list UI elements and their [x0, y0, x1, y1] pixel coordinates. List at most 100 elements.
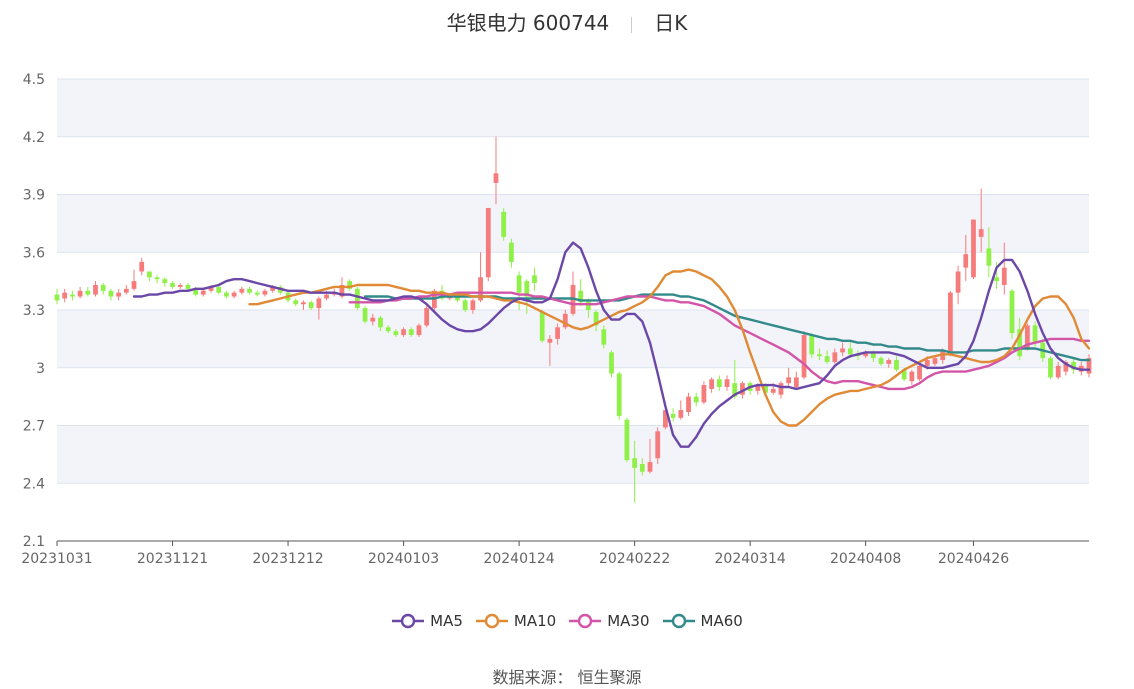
candle-body [647, 462, 653, 472]
legend-label: MA30 [607, 612, 650, 630]
candle-body [493, 173, 499, 183]
candle-body [716, 379, 722, 387]
candle-body [123, 288, 129, 293]
candle-body [416, 325, 422, 336]
y-tick-label: 3.3 [23, 303, 45, 319]
candle-body [817, 354, 822, 357]
candle-body [840, 348, 845, 353]
x-tick-label: 20240426 [938, 551, 1009, 567]
candle-body [108, 290, 114, 297]
candle-body [678, 410, 684, 418]
candle-body [693, 396, 699, 403]
legend-marker [392, 613, 425, 629]
candle-body [516, 275, 522, 293]
candle-body [971, 219, 976, 278]
candle-body [224, 292, 229, 297]
candle-body [932, 358, 938, 364]
candle-body [162, 279, 168, 284]
legend-item-ma30[interactable]: MA30 [568, 612, 650, 630]
candle-body [200, 290, 206, 295]
candle-body [378, 317, 383, 328]
candle-body [709, 379, 715, 389]
candle-body [555, 327, 560, 339]
candle-body [1048, 358, 1053, 378]
y-tick-label: 2.1 [23, 534, 45, 550]
kline-chart: 2.1 2.4 2.7 3 3.3 3.6 3.9 4.2 4.5 20231031 2023112… [21, 72, 1092, 567]
candle-body [401, 329, 406, 336]
candle-body [655, 431, 661, 459]
candle-body [393, 331, 399, 336]
candle-body [216, 286, 222, 293]
legend-marker [569, 613, 602, 629]
x-tick-label: 20231031 [21, 551, 92, 567]
candle-body [701, 385, 707, 403]
candle-body [832, 352, 838, 362]
x-tick-label: 20240222 [599, 551, 670, 567]
y-tick-label: 3.9 [23, 188, 45, 204]
candle-body [1009, 290, 1015, 334]
candle-body [886, 360, 892, 364]
y-tick-label: 3 [36, 361, 45, 377]
candle-body [308, 302, 314, 309]
x-tick-label: 20240408 [830, 551, 901, 567]
candle-body [924, 360, 930, 366]
candle-body [547, 338, 553, 343]
candle-body [894, 360, 899, 370]
candle-body [909, 371, 915, 382]
legend: MA5 MA10 MA30 MA60 [0, 612, 1134, 633]
candle-body [262, 290, 268, 295]
y-tick-label: 2.7 [23, 419, 45, 435]
candle-body [239, 288, 245, 293]
candle-body [955, 271, 961, 293]
candle-body [385, 327, 391, 332]
candle-body [62, 292, 68, 299]
candle-body [778, 383, 784, 395]
legend-item-ma5[interactable]: MA5 [391, 612, 463, 630]
source-value: 恒生聚源 [577, 668, 642, 687]
candle-body [293, 300, 299, 305]
candle-body [1055, 365, 1061, 378]
candle-body [247, 288, 252, 293]
candle-body [131, 281, 137, 289]
y-tick-label: 3.6 [23, 245, 45, 261]
candle-body [147, 271, 152, 278]
candle-body [54, 294, 60, 301]
legend-item-ma60[interactable]: MA60 [662, 612, 743, 630]
legend-label: MA60 [700, 612, 743, 630]
source-label: 数据来源： [492, 668, 573, 687]
candle-body [301, 302, 306, 305]
candle-body [947, 292, 953, 355]
candle-body [100, 284, 106, 291]
candle-body [316, 298, 322, 309]
candle-body [509, 242, 514, 262]
candle-body [139, 261, 145, 272]
candle-body [324, 294, 329, 299]
candle-body [686, 396, 691, 413]
candle-body [1001, 267, 1007, 285]
candle-body [116, 292, 121, 297]
candle-body [408, 329, 414, 336]
candle-body [639, 464, 645, 472]
x-tick-label: 20240314 [715, 551, 786, 567]
candle-body [1032, 325, 1038, 343]
candle-body [532, 275, 537, 284]
legend-label: MA5 [430, 612, 463, 630]
candle-body [847, 348, 853, 355]
candle-body [986, 248, 992, 266]
candle-body [470, 300, 476, 310]
candle-body [770, 388, 776, 393]
candle-body [254, 292, 260, 295]
candle-body [624, 419, 630, 461]
x-tick-label: 20231212 [252, 551, 323, 567]
y-tick-label: 2.4 [23, 476, 45, 492]
grid-band [57, 425, 1089, 484]
candle-body [809, 335, 815, 355]
legend-marker [662, 613, 695, 629]
candle-body [185, 284, 191, 289]
candle-body [632, 458, 637, 468]
candle-body [917, 365, 922, 380]
legend-item-ma10[interactable]: MA10 [475, 612, 556, 630]
candle-body [978, 229, 984, 237]
candle-body [724, 379, 730, 387]
y-tick-label: 4.2 [23, 130, 45, 146]
